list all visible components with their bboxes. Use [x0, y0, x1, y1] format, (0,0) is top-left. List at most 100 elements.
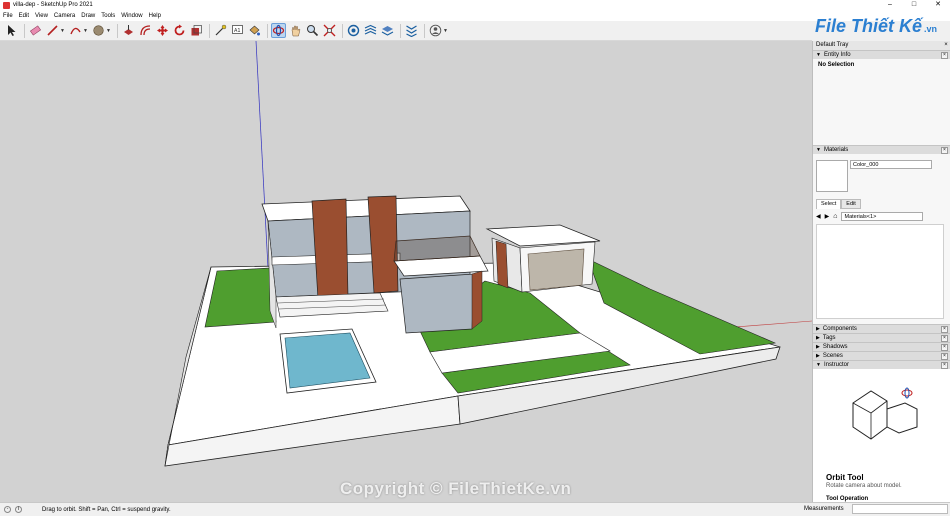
- garage-door: [527, 248, 585, 291]
- maximize-button[interactable]: □: [902, 0, 926, 10]
- arc-dropdown-icon[interactable]: ▼: [83, 28, 89, 34]
- orbit-tool-icon[interactable]: [271, 23, 286, 38]
- move-tool-icon[interactable]: [155, 23, 170, 38]
- tape-measure-tool-icon[interactable]: [213, 23, 228, 38]
- layout-icon[interactable]: [380, 23, 395, 38]
- panel-close-icon[interactable]: ×: [941, 51, 948, 59]
- instructor-tool-title: Orbit Tool: [826, 473, 864, 482]
- tray-title-bar: Default Tray ×: [813, 41, 950, 50]
- components-header[interactable]: ▶ Components ×: [813, 324, 950, 333]
- paint-bucket-tool-icon[interactable]: [247, 23, 262, 38]
- line-tool-icon[interactable]: [45, 23, 60, 38]
- collapse-arrow-icon: ▶: [816, 335, 820, 341]
- minimize-button[interactable]: –: [878, 0, 902, 10]
- account-dropdown-icon[interactable]: ▼: [443, 28, 449, 34]
- geo-location-icon[interactable]: ◦: [4, 506, 11, 513]
- shape-dropdown-icon[interactable]: ▼: [106, 28, 112, 34]
- measurements-input[interactable]: [852, 504, 948, 514]
- scenes-header[interactable]: ▶ Scenes ×: [813, 351, 950, 360]
- tab-select[interactable]: Select: [816, 199, 842, 209]
- materials-label: Materials: [823, 147, 849, 153]
- entity-info-body: No Selection: [813, 59, 950, 145]
- logo-text: File Thiết Kế: [815, 15, 923, 36]
- menu-window[interactable]: Window: [121, 13, 142, 19]
- menu-file[interactable]: File: [3, 13, 13, 19]
- material-name-field[interactable]: Color_000: [850, 160, 932, 169]
- panel-close-icon[interactable]: ×: [941, 352, 948, 360]
- panel-close-icon[interactable]: ×: [941, 325, 948, 333]
- tags-header[interactable]: ▶ Tags ×: [813, 333, 950, 342]
- menu-help[interactable]: Help: [149, 13, 161, 19]
- expand-arrow-icon: ▼: [816, 362, 821, 368]
- material-swatch[interactable]: [816, 160, 848, 192]
- line-dropdown-icon[interactable]: ▼: [60, 28, 66, 34]
- materials-nav: ◀ ▶ ⌂ Materials<1>: [816, 211, 944, 222]
- menu-tools[interactable]: Tools: [101, 13, 115, 19]
- shape-tool-icon[interactable]: [91, 23, 106, 38]
- zoom-tool-icon[interactable]: [305, 23, 320, 38]
- back-arrow-icon[interactable]: ◀: [816, 213, 821, 220]
- tags-label: Tags: [822, 335, 836, 341]
- push-pull-tool-icon[interactable]: [121, 23, 136, 38]
- panel-close-icon[interactable]: ×: [941, 334, 948, 342]
- shadows-header[interactable]: ▶ Shadows ×: [813, 342, 950, 351]
- sketchup-app-icon: [3, 1, 10, 9]
- filethietke-logo: File Thiết Kế .vn: [815, 12, 950, 40]
- shadows-label: Shadows: [822, 344, 848, 350]
- instructor-tool-description: Rotate camera about model.: [826, 483, 902, 489]
- entity-info-header[interactable]: ▼ Entity Info ×: [813, 50, 950, 59]
- arc-tool-icon[interactable]: [68, 23, 83, 38]
- rotate-tool-icon[interactable]: [172, 23, 187, 38]
- ground-floor-glass: [399, 273, 475, 334]
- text-tool-icon[interactable]: A1: [230, 23, 245, 38]
- extension-manager-icon[interactable]: [404, 23, 419, 38]
- extension-warehouse-icon[interactable]: [363, 23, 378, 38]
- materials-tabs: Select Edit: [816, 199, 861, 209]
- user-account-icon[interactable]: [428, 23, 443, 38]
- forward-arrow-icon[interactable]: ▶: [825, 213, 830, 220]
- title-bar: villa-dep - SketchUp Pro 2021 – □ ✕: [0, 0, 950, 10]
- window-title: villa-dep - SketchUp Pro 2021: [13, 2, 93, 8]
- expand-arrow-icon: ▼: [816, 52, 821, 58]
- pan-tool-icon[interactable]: [288, 23, 303, 38]
- tray-title: Default Tray: [816, 42, 849, 48]
- material-list[interactable]: [816, 224, 944, 319]
- close-button[interactable]: ✕: [926, 0, 950, 10]
- scale-tool-icon[interactable]: [189, 23, 204, 38]
- collapse-arrow-icon: ▶: [816, 353, 820, 359]
- 3d-model-viewport[interactable]: Copyright © FileThietKe.vn: [0, 41, 812, 502]
- collapse-arrow-icon: ▶: [816, 344, 820, 350]
- tray-close-icon[interactable]: ×: [942, 41, 950, 50]
- material-collection-select[interactable]: Materials<1>: [841, 212, 924, 221]
- tab-edit[interactable]: Edit: [841, 199, 861, 209]
- info-icon[interactable]: i: [15, 506, 22, 513]
- panel-close-icon[interactable]: ×: [941, 146, 948, 154]
- menu-edit[interactable]: Edit: [19, 13, 29, 19]
- menu-draw[interactable]: Draw: [81, 13, 95, 19]
- panel-close-icon[interactable]: ×: [941, 343, 948, 351]
- materials-header[interactable]: ▼ Materials ×: [813, 145, 950, 154]
- brick-column-1: [311, 198, 349, 300]
- brick-column-3: [471, 270, 483, 330]
- instructor-label: Instructor: [823, 362, 849, 368]
- lawn-left: [204, 267, 277, 328]
- entity-info-content: No Selection: [818, 62, 855, 68]
- menu-view[interactable]: View: [35, 13, 48, 19]
- villa-model-drawing: [164, 41, 812, 467]
- materials-body: Color_000 Select Edit ◀ ▶ ⌂ Materials<1>: [813, 154, 950, 324]
- offset-tool-icon[interactable]: [138, 23, 153, 38]
- logo-suffix: .vn: [924, 24, 938, 34]
- select-tool-icon[interactable]: [4, 23, 19, 38]
- menu-camera[interactable]: Camera: [54, 13, 75, 19]
- entity-info-label: Entity Info: [823, 52, 851, 58]
- default-tray: Default Tray × ▼ Entity Info × No Select…: [812, 41, 950, 506]
- 3d-warehouse-icon[interactable]: [346, 23, 361, 38]
- zoom-extents-tool-icon[interactable]: [322, 23, 337, 38]
- instructor-header[interactable]: ▼ Instructor ×: [813, 360, 950, 369]
- copyright-watermark: Copyright © FileThietKe.vn: [340, 479, 572, 498]
- orbit-instruction-illustration: [852, 387, 918, 440]
- panel-close-icon[interactable]: ×: [941, 361, 948, 369]
- svg-text:A1: A1: [234, 28, 241, 34]
- home-icon[interactable]: ⌂: [833, 213, 837, 220]
- eraser-tool-icon[interactable]: [28, 23, 43, 38]
